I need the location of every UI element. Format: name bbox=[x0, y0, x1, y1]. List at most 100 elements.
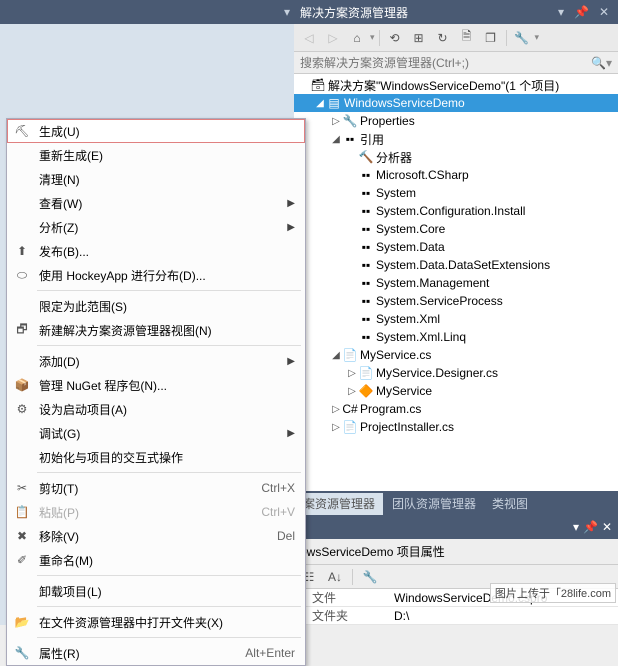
panel-dropdown-button[interactable]: ▾ bbox=[573, 520, 579, 534]
search-dropdown-icon[interactable]: ▾ bbox=[606, 56, 612, 70]
property-row[interactable]: 文件夹D:\ bbox=[294, 607, 618, 625]
panel-dropdown-button[interactable]: ▾ bbox=[555, 5, 567, 19]
tree-node[interactable]: ▪▪Microsoft.CSharp bbox=[294, 166, 618, 184]
tree-node-label: System.Data.DataSetExtensions bbox=[376, 258, 550, 272]
menu-item-shortcut: Ctrl+X bbox=[261, 481, 295, 495]
csproj-icon: ▤ bbox=[326, 96, 342, 110]
tree-node[interactable]: ▪▪System.Data bbox=[294, 238, 618, 256]
search-input[interactable] bbox=[300, 56, 591, 70]
menu-item[interactable]: 初始化与项目的交互式操作 bbox=[7, 445, 305, 469]
search-bar: 🔍 ▾ bbox=[294, 52, 618, 74]
tree-node-label: 引用 bbox=[360, 131, 384, 148]
home-button[interactable]: ⌂ bbox=[346, 27, 368, 49]
expander-icon[interactable]: ◢ bbox=[330, 134, 342, 145]
view-code-button[interactable]: ❐ bbox=[480, 27, 502, 49]
menu-item[interactable]: 清理(N) bbox=[7, 167, 305, 191]
tree-node[interactable]: ▪▪System.Data.DataSetExtensions bbox=[294, 256, 618, 274]
menu-item[interactable]: 卸载项目(L) bbox=[7, 579, 305, 603]
sync-button[interactable]: ⟲ bbox=[384, 27, 406, 49]
wrench-icon[interactable]: 🔧 bbox=[359, 566, 381, 588]
expander-icon[interactable]: ◢ bbox=[330, 350, 342, 361]
menu-item[interactable]: 分析(Z)▶ bbox=[7, 215, 305, 239]
tree-node-label: System.Configuration.Install bbox=[376, 204, 525, 218]
solution-icon: 🗃 bbox=[310, 78, 326, 92]
menu-item[interactable]: ✐重命名(M) bbox=[7, 548, 305, 572]
pin-button[interactable]: 📌 bbox=[583, 520, 598, 534]
menu-item[interactable]: 添加(D)▶ bbox=[7, 349, 305, 373]
tree-node[interactable]: ▷📄MyService.Designer.cs bbox=[294, 364, 618, 382]
menu-item[interactable]: ⬭使用 HockeyApp 进行分布(D)... bbox=[7, 263, 305, 287]
cs-file-icon: 📄 bbox=[342, 420, 358, 434]
search-icon[interactable]: 🔍 bbox=[591, 56, 606, 70]
close-button[interactable]: ✕ bbox=[602, 520, 612, 534]
solution-explorer-tabs: 案资源管理器团队资源管理器类视图 bbox=[294, 491, 618, 515]
expander-icon[interactable]: ▷ bbox=[346, 368, 358, 379]
refresh-button[interactable]: ↻ bbox=[432, 27, 454, 49]
solution-tree[interactable]: 🗃解决方案"WindowsServiceDemo"(1 个项目)◢▤Window… bbox=[294, 74, 618, 491]
submenu-arrow-icon: ▶ bbox=[287, 356, 295, 367]
cs-file-icon: 📄 bbox=[358, 366, 374, 380]
tree-node[interactable]: ▪▪System.Xml.Linq bbox=[294, 328, 618, 346]
menu-item[interactable]: 限定为此范围(S) bbox=[7, 294, 305, 318]
expander-icon[interactable]: ▷ bbox=[330, 404, 342, 415]
menu-item-label: 重命名(M) bbox=[33, 552, 295, 569]
menu-item[interactable]: 调试(G)▶ bbox=[7, 421, 305, 445]
tree-node[interactable]: ◢▤WindowsServiceDemo bbox=[294, 94, 618, 112]
properties-button[interactable]: 🔧 bbox=[511, 27, 533, 49]
menu-item-label: 分析(Z) bbox=[33, 219, 287, 236]
tree-node[interactable]: 🔨分析器 bbox=[294, 148, 618, 166]
separator bbox=[506, 30, 507, 46]
references-icon: ▪▪ bbox=[342, 132, 358, 146]
menu-item[interactable]: ⬆发布(B)... bbox=[7, 239, 305, 263]
menu-item[interactable]: 重新生成(E) bbox=[7, 143, 305, 167]
tree-node[interactable]: ▷C#Program.cs bbox=[294, 400, 618, 418]
menu-item-label: 清理(N) bbox=[33, 171, 295, 188]
tree-node[interactable]: ◢📄MyService.cs bbox=[294, 346, 618, 364]
pin-button[interactable]: 📌 bbox=[571, 5, 592, 19]
tree-node[interactable]: ▪▪System.ServiceProcess bbox=[294, 292, 618, 310]
menu-item[interactable]: 📦管理 NuGet 程序包(N)... bbox=[7, 373, 305, 397]
rename-icon: ✐ bbox=[11, 553, 33, 567]
menu-item[interactable]: ✂剪切(T)Ctrl+X bbox=[7, 476, 305, 500]
panel-tab[interactable]: 类视图 bbox=[484, 491, 536, 515]
remove-icon: ✖ bbox=[11, 529, 33, 543]
back-button[interactable]: ◁ bbox=[298, 27, 320, 49]
tree-node[interactable]: 🗃解决方案"WindowsServiceDemo"(1 个项目) bbox=[294, 76, 618, 94]
panel-tab[interactable]: 案资源管理器 bbox=[294, 492, 384, 516]
tree-node-label: System.Management bbox=[376, 276, 489, 290]
reference-icon: ▪▪ bbox=[358, 222, 374, 236]
menu-item[interactable]: ⚙设为启动项目(A) bbox=[7, 397, 305, 421]
menu-item[interactable]: 🗗新建解决方案资源管理器视图(N) bbox=[7, 318, 305, 342]
tree-node[interactable]: ▪▪System.Configuration.Install bbox=[294, 202, 618, 220]
show-all-button[interactable]: 🗎 bbox=[456, 27, 478, 49]
sort-button[interactable]: A↓ bbox=[324, 566, 346, 588]
expander-icon[interactable]: ◢ bbox=[314, 98, 326, 109]
menu-item[interactable]: ✖移除(V)Del bbox=[7, 524, 305, 548]
collapse-button[interactable]: ⊞ bbox=[408, 27, 430, 49]
close-button[interactable]: ✕ bbox=[596, 5, 612, 19]
tree-node[interactable]: ▪▪System.Xml bbox=[294, 310, 618, 328]
menu-item-label: 查看(W) bbox=[33, 195, 287, 212]
tree-node[interactable]: ▷📄ProjectInstaller.cs bbox=[294, 418, 618, 436]
tree-node[interactable]: ▷🔶MyService bbox=[294, 382, 618, 400]
menu-item[interactable]: ⛏生成(U) bbox=[7, 119, 305, 143]
expander-icon[interactable]: ▷ bbox=[330, 422, 342, 433]
submenu-arrow-icon: ▶ bbox=[287, 428, 295, 439]
panel-tab[interactable]: 团队资源管理器 bbox=[384, 491, 484, 515]
property-value: D:\ bbox=[394, 609, 618, 623]
tree-node[interactable]: ▪▪System bbox=[294, 184, 618, 202]
tree-node[interactable]: ◢▪▪引用 bbox=[294, 130, 618, 148]
properties-panel-title bbox=[300, 520, 569, 534]
tree-node[interactable]: ▪▪System.Core bbox=[294, 220, 618, 238]
menu-item[interactable]: 🔧属性(R)Alt+Enter bbox=[7, 641, 305, 665]
watermark: 图片上传于「28life.com bbox=[490, 583, 616, 603]
forward-button[interactable]: ▷ bbox=[322, 27, 344, 49]
tree-node[interactable]: ▷🔧Properties bbox=[294, 112, 618, 130]
menu-item[interactable]: 查看(W)▶ bbox=[7, 191, 305, 215]
tree-node-label: MyService bbox=[376, 384, 432, 398]
tree-node[interactable]: ▪▪System.Management bbox=[294, 274, 618, 292]
expander-icon[interactable]: ▷ bbox=[346, 386, 358, 397]
editor-dropdown-icon[interactable]: ▾ bbox=[284, 5, 290, 19]
expander-icon[interactable]: ▷ bbox=[330, 116, 342, 127]
menu-item[interactable]: 📂在文件资源管理器中打开文件夹(X) bbox=[7, 610, 305, 634]
